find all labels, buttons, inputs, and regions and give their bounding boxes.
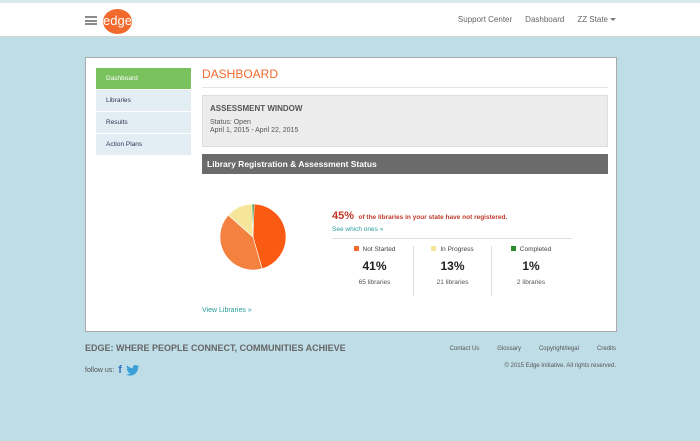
stat-count: 21 libraries [436,279,469,286]
stat-count: 65 libraries [358,279,391,286]
sidebar-item-libraries[interactable]: Libraries [96,90,191,112]
sidebar-item-results[interactable]: Results [96,112,191,134]
dashboard-card: Dashboard Libraries Results Action Plans… [85,57,617,332]
sidebar: Dashboard Libraries Results Action Plans [96,68,191,156]
stat-label-text: Completed [519,246,552,253]
legend-swatch [510,246,516,251]
footer-link-contact-us[interactable]: Contact Us [450,346,480,352]
copyright-text: © 2015 Edge Initiative. All rights reser… [504,363,616,369]
stat-completed: Completed 1% 2 libraries [492,246,570,296]
footer-links: Contact Us Glossary Copyright/legal Cred… [450,346,616,352]
stat-label: In Progress [414,246,491,253]
state-label: ZZ State [577,15,608,24]
chevron-down-icon [610,18,616,21]
page-title: DASHBOARD [202,66,608,88]
see-which-ones-link[interactable]: See which ones » [332,226,572,233]
legend-swatch [431,246,437,251]
top-nav: Support Center Dashboard ZZ State [458,15,616,24]
follow-us: follow us: f [85,364,140,376]
footer-link-glossary[interactable]: Glossary [497,346,521,352]
menu-icon[interactable] [85,16,97,25]
nav-support-center[interactable]: Support Center [458,15,512,24]
facebook-icon[interactable]: f [118,364,122,376]
follow-label: follow us: [85,366,115,374]
registration-summary: 45% of the libraries in your state have … [332,206,572,233]
summary-percent: 45% [332,210,355,222]
twitter-icon[interactable] [125,364,140,376]
view-libraries-link[interactable]: View Libraries » [202,307,252,314]
footer-link-credits[interactable]: Credits [597,346,616,352]
assessment-dates: April 1, 2015 - April 22, 2015 [210,127,299,134]
nav-dashboard[interactable]: Dashboard [525,15,564,24]
header: edge Support Center Dashboard ZZ State [0,3,700,37]
stat-in-progress: In Progress 13% 21 libraries [414,246,492,296]
status-pie-chart [219,203,287,271]
summary-text: of the libraries in your state have not … [358,214,508,221]
edge-logo[interactable]: edge [103,9,132,34]
sidebar-item-action-plans[interactable]: Action Plans [96,134,191,156]
stat-count: 2 libraries [516,279,546,286]
stat-label: Not Started [336,246,413,253]
stat-not-started: Not Started 41% 65 libraries [336,246,414,296]
sidebar-item-dashboard[interactable]: Dashboard [96,68,191,90]
assessment-status: Status: Open [210,119,251,126]
assessment-window-panel: ASSESSMENT WINDOW Status: Open April 1, … [202,95,608,147]
stat-label-text: In Progress [440,246,474,253]
stat-label-text: Not Started [362,246,396,253]
legend-swatch [353,246,359,251]
stat-value: 13% [440,259,465,273]
status-stats: Not Started 41% 65 libraries In Progress… [336,246,576,296]
footer-tagline: EDGE: WHERE PEOPLE CONNECT, COMMUNITIES … [85,343,346,353]
stat-value: 1% [522,259,540,273]
main-content: DASHBOARD ASSESSMENT WINDOW Status: Open… [202,66,608,314]
divider [332,238,572,239]
stat-label: Completed [492,246,570,253]
footer-link-copyright[interactable]: Copyright/legal [539,346,579,352]
nav-state-dropdown[interactable]: ZZ State [577,15,616,24]
assessment-title: ASSESSMENT WINDOW [210,104,303,113]
stat-value: 41% [362,259,387,273]
registration-section-header: Library Registration & Assessment Status [202,154,608,174]
